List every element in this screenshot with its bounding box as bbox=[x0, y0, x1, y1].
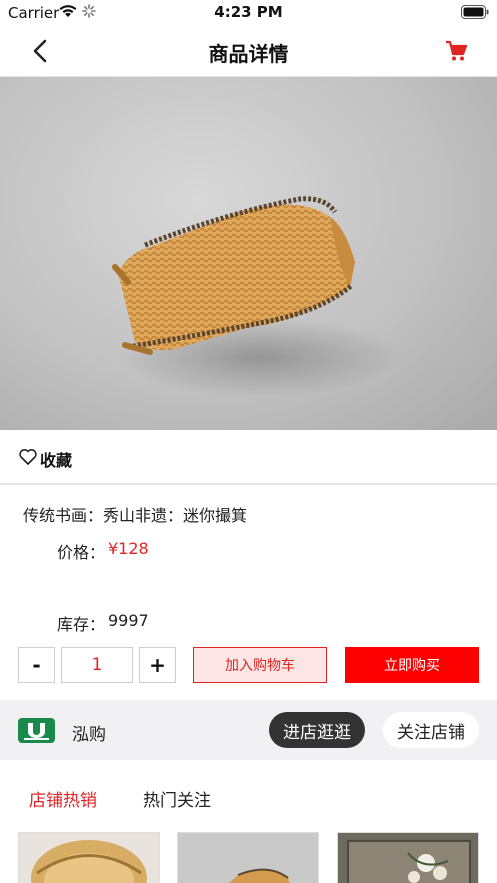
stock-value: 9997 bbox=[108, 611, 149, 630]
product-thumbnail[interactable] bbox=[337, 832, 479, 883]
price-value: ¥128 bbox=[108, 539, 149, 558]
round-basket-image bbox=[31, 840, 147, 883]
heart-icon[interactable] bbox=[18, 447, 38, 467]
price-label: 价格： bbox=[57, 543, 106, 562]
store-tabs: 店铺热销 热门关注 bbox=[0, 770, 497, 822]
shopping-cart-icon[interactable] bbox=[445, 40, 467, 62]
product-name: 传统书画：秀山非遗：迷你撮箕 bbox=[23, 506, 248, 525]
status-bar: Carrier 4:23 PM bbox=[0, 0, 497, 26]
quantity-increase-button[interactable]: + bbox=[139, 647, 176, 683]
favorite-row[interactable]: 收藏 bbox=[0, 430, 497, 485]
buy-now-button[interactable]: 立即购买 bbox=[345, 647, 479, 683]
store-logo bbox=[18, 718, 55, 743]
store-name: 泓购 bbox=[72, 725, 106, 745]
favorite-label[interactable]: 收藏 bbox=[40, 447, 72, 471]
enter-store-button[interactable]: 进店逛逛 bbox=[269, 712, 365, 748]
product-thumbnail[interactable] bbox=[177, 832, 319, 883]
page-title: 商品详情 bbox=[208, 42, 289, 66]
store-bar: 泓购 进店逛逛 关注店铺 bbox=[0, 700, 497, 760]
scoop-basket-image bbox=[229, 868, 290, 883]
quantity-input[interactable]: 1 bbox=[61, 647, 133, 683]
product-image bbox=[0, 77, 497, 430]
tab-hot-sales[interactable]: 店铺热销 bbox=[29, 786, 97, 811]
navigation-bar: 商品详情 bbox=[0, 26, 497, 77]
quantity-decrease-button[interactable]: - bbox=[18, 647, 55, 683]
stock-label: 库存： bbox=[57, 615, 106, 634]
tab-popular-follow[interactable]: 热门关注 bbox=[143, 786, 211, 811]
product-thumbnail[interactable] bbox=[18, 832, 160, 883]
flower-painting-image bbox=[347, 840, 471, 883]
follow-store-button[interactable]: 关注店铺 bbox=[383, 712, 479, 748]
status-time: 4:23 PM bbox=[214, 3, 283, 21]
bamboo-basket-illustration bbox=[112, 196, 400, 397]
add-to-cart-button[interactable]: 加入购物车 bbox=[193, 647, 327, 683]
battery-icon bbox=[461, 5, 489, 19]
